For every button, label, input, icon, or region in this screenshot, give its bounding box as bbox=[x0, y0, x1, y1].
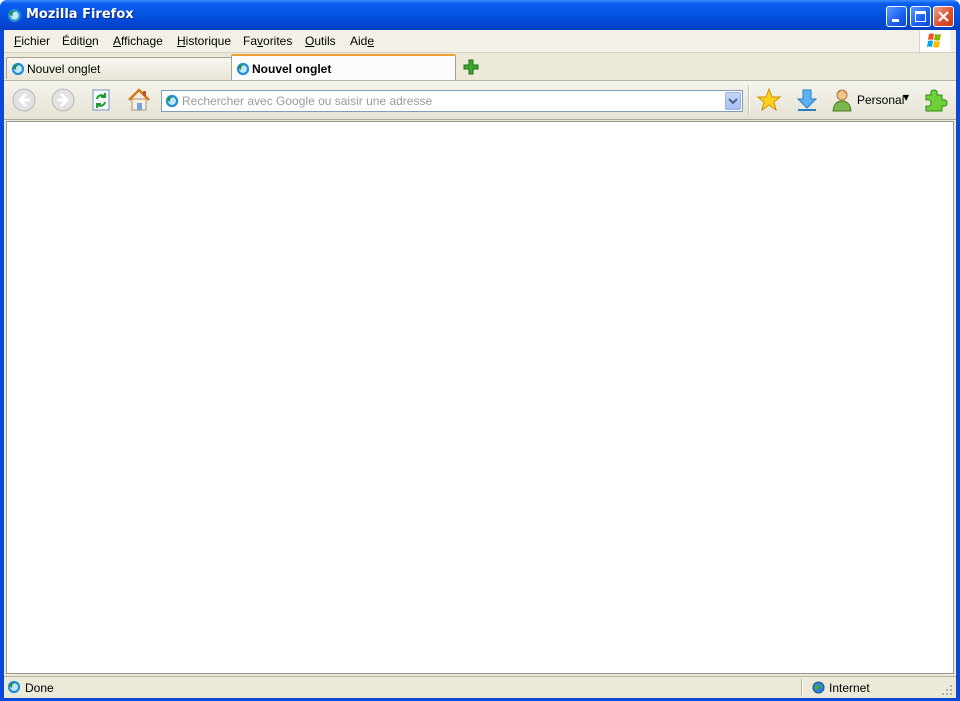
window-title: Mozilla Firefox bbox=[26, 7, 134, 22]
persona-button[interactable]: Personal ▼ bbox=[832, 88, 912, 112]
status-divider bbox=[801, 679, 803, 696]
back-arrow-icon[interactable] bbox=[11, 87, 37, 113]
security-zone-label: Internet bbox=[829, 681, 870, 695]
menu-favorites[interactable]: Favorites bbox=[243, 34, 292, 48]
tab-strip: Nouvel onglet Nouvel onglet bbox=[4, 53, 956, 81]
download-arrow-icon[interactable] bbox=[794, 87, 820, 113]
tab-nouvel-onglet-1[interactable]: Nouvel onglet bbox=[6, 57, 232, 79]
browser-window: Mozilla Firefox Fichier Édition Affichag… bbox=[0, 0, 960, 701]
menu-edition[interactable]: Édition bbox=[62, 34, 99, 48]
url-input[interactable] bbox=[182, 92, 722, 110]
close-icon bbox=[938, 11, 949, 22]
addons-puzzle-icon[interactable] bbox=[922, 87, 948, 113]
firefox-icon bbox=[7, 8, 22, 23]
new-tab-plus-icon[interactable] bbox=[463, 59, 479, 75]
globe-icon bbox=[812, 681, 825, 694]
title-bar[interactable]: Mozilla Firefox bbox=[0, 0, 960, 30]
windows-flag-icon bbox=[927, 33, 941, 48]
url-bar[interactable] bbox=[161, 90, 743, 112]
user-avatar-icon bbox=[832, 89, 852, 112]
toolbar-separator bbox=[748, 85, 750, 115]
persona-label: Personal bbox=[857, 93, 905, 107]
reload-icon[interactable] bbox=[88, 87, 114, 113]
firefox-page-icon bbox=[7, 680, 21, 694]
bookmark-star-icon[interactable] bbox=[756, 87, 782, 113]
tab-nouvel-onglet-2[interactable]: Nouvel onglet bbox=[231, 54, 456, 80]
firefox-page-icon bbox=[11, 62, 25, 76]
windows-logo bbox=[919, 30, 950, 52]
resize-grip-icon[interactable] bbox=[941, 684, 953, 696]
menu-fichier[interactable]: Fichier bbox=[14, 34, 50, 48]
page-content-area[interactable] bbox=[6, 121, 954, 674]
status-text: Done bbox=[25, 681, 54, 695]
maximize-icon bbox=[915, 11, 926, 22]
tab-label: Nouvel onglet bbox=[252, 62, 332, 76]
status-bar: Done Internet bbox=[4, 676, 956, 698]
tab-label: Nouvel onglet bbox=[27, 62, 101, 76]
maximize-button[interactable] bbox=[910, 6, 931, 27]
home-icon[interactable] bbox=[126, 87, 152, 113]
url-history-dropdown-button[interactable] bbox=[725, 92, 741, 110]
navigation-toolbar: Personal ▼ bbox=[4, 81, 956, 120]
menu-affichage[interactable]: Affichage bbox=[113, 34, 163, 48]
minimize-button[interactable] bbox=[886, 6, 907, 27]
minimize-icon bbox=[892, 19, 899, 22]
forward-arrow-icon[interactable] bbox=[50, 87, 76, 113]
menu-historique[interactable]: Historique bbox=[177, 34, 231, 48]
menu-bar: Fichier Édition Affichage Historique Fav… bbox=[4, 30, 956, 53]
firefox-page-icon bbox=[236, 62, 250, 76]
menu-aide[interactable]: Aide bbox=[350, 34, 374, 48]
firefox-page-icon bbox=[165, 94, 179, 108]
menu-outils[interactable]: Outils bbox=[305, 34, 336, 48]
dropdown-caret-icon: ▼ bbox=[903, 93, 910, 102]
close-button[interactable] bbox=[933, 6, 954, 27]
window-client: Fichier Édition Affichage Historique Fav… bbox=[4, 30, 956, 698]
chevron-down-icon bbox=[728, 98, 738, 105]
